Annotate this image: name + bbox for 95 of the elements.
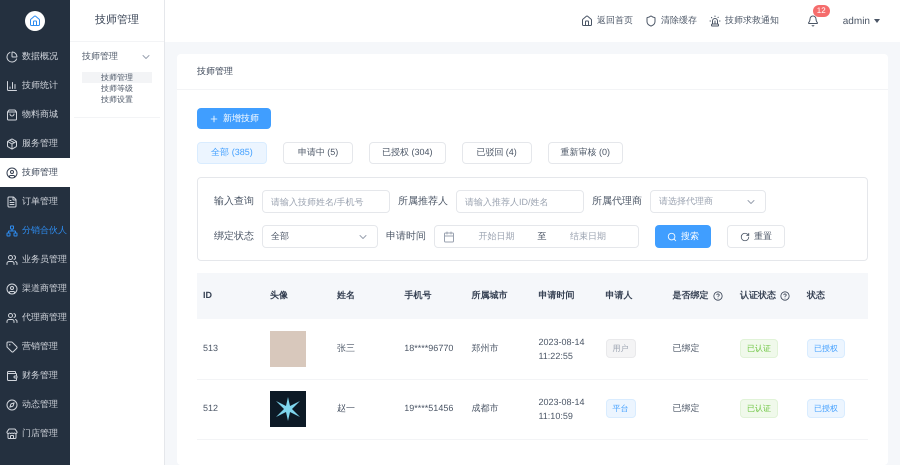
submenu-item[interactable]: 技师管理 <box>82 72 152 82</box>
notification-badge: 12 <box>812 5 830 17</box>
table-cell-text: 11:22:55 <box>538 350 574 363</box>
sidebar-item[interactable]: 门店管理 <box>0 419 70 448</box>
table-cell: 张三 <box>337 343 356 353</box>
table-cell-text: 2023-08-14 <box>538 336 586 349</box>
user-menu[interactable]: admin <box>842 14 880 28</box>
column-header: 手机号 <box>404 289 432 302</box>
filter-tab[interactable]: 已授权 (304) <box>369 142 446 164</box>
column-header: ID <box>203 289 212 302</box>
table-cell-text: 11:10:59 <box>538 410 574 423</box>
sidebar-item[interactable]: 动态管理 <box>0 390 70 419</box>
starburst-image <box>270 391 306 427</box>
sidebar-item[interactable]: 财务管理 <box>0 361 70 390</box>
photo-placeholder <box>270 330 306 367</box>
bar-chart-icon <box>6 80 18 92</box>
filter-label: 申请时间 <box>386 230 426 244</box>
logo-icon <box>25 11 45 31</box>
column-header: 头像 <box>270 289 288 302</box>
table-cell: 18****96770 <box>404 343 454 353</box>
document-icon <box>6 196 18 208</box>
users-icon <box>6 312 18 324</box>
bag-icon <box>6 108 18 120</box>
home-icon <box>580 15 593 27</box>
column-header: 姓名 <box>337 289 356 302</box>
users-icon <box>6 254 18 266</box>
reset-icon <box>740 232 750 242</box>
search-icon <box>667 232 677 242</box>
reset-button[interactable]: 重置 <box>727 225 785 248</box>
sidebar-item[interactable]: 服务管理 <box>0 129 70 158</box>
applicant-tag: 平台 <box>606 399 636 418</box>
column-header: 认证状态 <box>740 289 790 303</box>
siren-icon <box>708 15 721 27</box>
plus-icon <box>209 114 219 124</box>
sidebar-item[interactable]: 订单管理 <box>0 187 70 216</box>
column-header: 状态 <box>806 289 825 302</box>
column-header: 所属城市 <box>471 289 508 302</box>
status-tag: 已授权 <box>806 399 845 418</box>
table-cell: 513 <box>203 343 218 353</box>
user-icon <box>6 282 18 294</box>
wallet-icon <box>6 370 18 382</box>
filter-tab[interactable]: 已驳回 (4) <box>462 142 532 164</box>
submenu-item[interactable]: 技师等级 <box>82 82 152 94</box>
input-field[interactable]: 请输入推荐人ID/姓名 <box>456 190 584 213</box>
table-cell-text: 2023-08-14 <box>538 396 586 409</box>
input-field[interactable]: 请输入技师姓名/手机号 <box>262 190 390 213</box>
page-title: 技师管理 <box>177 54 888 90</box>
table-cell: 成都市 <box>471 403 498 414</box>
status-tag: 已授权 <box>806 339 845 358</box>
sidebar-item[interactable]: 代理商管理 <box>0 303 70 332</box>
applicant-tag: 用户 <box>606 339 636 358</box>
table-cell: 已绑定 <box>672 403 700 414</box>
table-cell: 512 <box>203 403 218 414</box>
filter-label: 所属推荐人 <box>398 194 448 209</box>
table-cell: 郑州市 <box>471 343 498 353</box>
network-icon <box>6 224 18 236</box>
shield-icon <box>644 15 657 27</box>
sidebar-item[interactable]: 渠道商管理 <box>0 274 70 303</box>
sidebar-item[interactable]: 营销管理 <box>0 332 70 361</box>
header-link[interactable]: 技师求救通知 <box>708 14 779 28</box>
date-range-field[interactable]: 开始日期 至 结束日期 <box>434 225 639 248</box>
caret-icon <box>874 19 880 23</box>
pie-chart-icon <box>6 50 18 62</box>
sidebar-item[interactable]: 技师管理 <box>0 158 70 187</box>
table-cell: 已绑定 <box>672 343 700 353</box>
sidebar-item[interactable]: 业务员管理 <box>0 245 70 274</box>
header-link[interactable]: 清除缓存 <box>644 14 697 28</box>
column-header: 申请时间 <box>538 289 574 302</box>
sidebar-item[interactable]: 技师统计 <box>0 71 70 100</box>
filter-tab[interactable]: 申请中 (5) <box>283 142 353 164</box>
header-link[interactable]: 返回首页 <box>580 14 633 28</box>
filter-label: 所属代理商 <box>592 194 642 209</box>
column-header: 是否绑定 <box>672 289 723 303</box>
submenu-item[interactable]: 技师设置 <box>82 94 152 104</box>
submenu-group[interactable]: 技师管理 <box>82 50 152 64</box>
table-cell: 19****51456 <box>404 403 454 414</box>
column-header: 申请人 <box>606 289 633 302</box>
filter-label: 绑定状态 <box>214 230 254 244</box>
user-icon <box>6 166 18 178</box>
filter-tab[interactable]: 重新审核 (0) <box>548 142 624 164</box>
select-field[interactable]: 全部 <box>262 225 378 248</box>
certified-tag: 已认证 <box>740 399 778 418</box>
sidebar-item[interactable]: 数据概况 <box>0 42 70 71</box>
submenu-title: 技师管理 <box>70 0 164 42</box>
certified-tag: 已认证 <box>740 339 778 358</box>
package-icon <box>6 138 18 150</box>
filter-label: 输入查询 <box>214 194 254 209</box>
bell-icon[interactable] <box>806 15 819 27</box>
store-icon <box>6 428 18 440</box>
table-cell: 赵一 <box>337 403 356 414</box>
sidebar-item[interactable]: 分销合伙人 <box>0 216 70 245</box>
compass-icon <box>6 398 18 410</box>
sidebar-item[interactable]: 物料商城 <box>0 100 70 129</box>
tag-icon <box>6 340 18 352</box>
calendar-icon <box>443 230 455 242</box>
